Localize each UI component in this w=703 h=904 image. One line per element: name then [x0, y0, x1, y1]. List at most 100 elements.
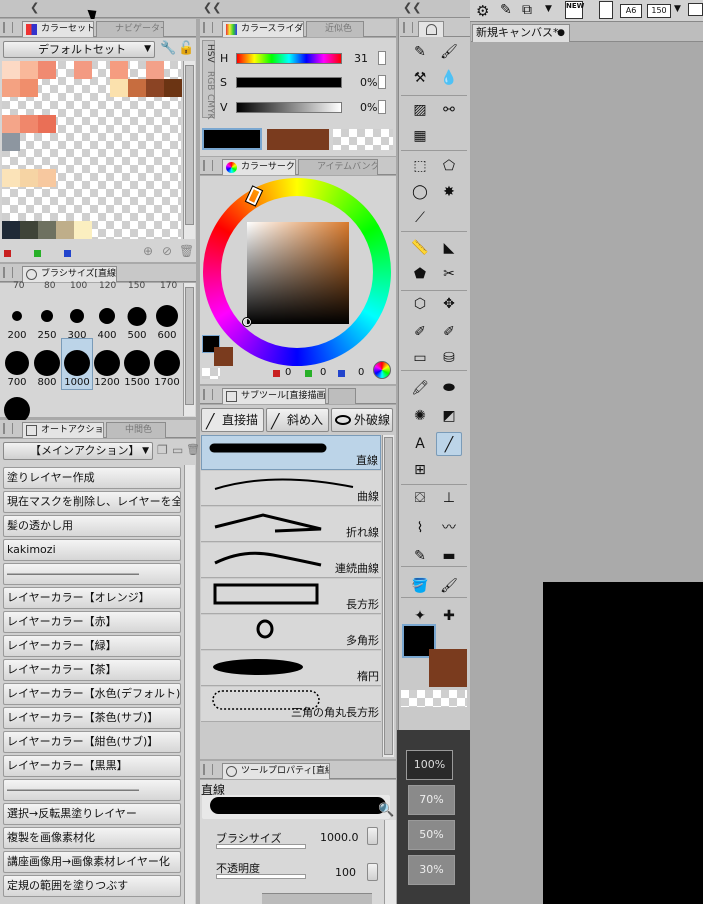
- dropdown-icon[interactable]: ▼: [545, 4, 552, 14]
- folder-icon[interactable]: [688, 3, 703, 16]
- 3d-tool-icon[interactable]: ⬡: [407, 292, 433, 316]
- brush-size-item[interactable]: 500: [122, 292, 152, 342]
- transparent-swatch[interactable]: [333, 129, 393, 150]
- action-item[interactable]: レイヤーカラー【水色(デフォルト)】: [3, 683, 181, 705]
- swatch[interactable]: [2, 61, 20, 79]
- gradient-fill-icon[interactable]: ◩: [436, 404, 462, 428]
- a6-preset-icon[interactable]: A6: [620, 4, 642, 18]
- pen-fill-icon[interactable]: ✎: [407, 544, 433, 568]
- brush-size-item[interactable]: 600: [152, 292, 182, 342]
- gradient-tool-icon[interactable]: ▦: [407, 124, 433, 148]
- tab-item-bank[interactable]: アイテムバンク: [298, 159, 378, 175]
- swatch[interactable]: [2, 169, 20, 187]
- transform-icon[interactable]: ⧉: [522, 2, 532, 18]
- sub-color-chip[interactable]: [214, 347, 233, 366]
- sv-marker[interactable]: [242, 317, 252, 327]
- action-item[interactable]: レイヤーカラー【赤】: [3, 611, 181, 633]
- text-tool-icon[interactable]: A: [407, 432, 433, 456]
- action-item[interactable]: レイヤーカラー【緑】: [3, 635, 181, 657]
- fill-brush-icon[interactable]: 🖌: [436, 574, 462, 598]
- brush-size-item[interactable]: 1000: [61, 338, 93, 390]
- swatch[interactable]: [20, 221, 38, 239]
- close-icon[interactable]: ●: [557, 25, 565, 41]
- new-file-icon[interactable]: NEW: [565, 1, 584, 19]
- panel-menu-icon[interactable]: [403, 22, 413, 33]
- tab-color-set[interactable]: カラーセット: [22, 21, 94, 37]
- magnifier-icon[interactable]: 🔍: [378, 803, 394, 818]
- action-item[interactable]: 選択→反転黒塗りレイヤー: [3, 803, 181, 825]
- triangle-ruler-icon[interactable]: ◣: [436, 236, 462, 260]
- thick-line-icon[interactable]: ▬: [436, 544, 462, 568]
- swatch[interactable]: [20, 61, 38, 79]
- action-item[interactable]: レイヤーカラー【紺色(サブ)】: [3, 731, 181, 753]
- brush-size-bar[interactable]: [216, 844, 306, 849]
- brush-size-item[interactable]: 700: [2, 339, 32, 389]
- brush-size-scrollbar[interactable]: [183, 283, 195, 416]
- marker-tool-icon[interactable]: ✐: [407, 320, 433, 344]
- tab-tool-property[interactable]: ツールプロパティ[直線]: [222, 763, 330, 779]
- swatch[interactable]: [38, 61, 56, 79]
- brush-tool-icon[interactable]: 🖌: [436, 40, 462, 64]
- action-set-select[interactable]: 【メインアクション】 ▼: [3, 442, 153, 460]
- brush-size-stepper[interactable]: [367, 827, 378, 845]
- lock-icon[interactable]: 🔓: [178, 41, 194, 56]
- collapse-left-icon[interactable]: ❮: [30, 1, 39, 14]
- action-item[interactable]: レイヤーカラー【黒黒】: [3, 755, 181, 777]
- replace-swatch-icon[interactable]: ⊘: [162, 244, 172, 258]
- magic-wand-icon[interactable]: ✸: [436, 180, 462, 204]
- action-item[interactable]: 髪の透かし用: [3, 515, 181, 537]
- panel-menu-icon[interactable]: [3, 423, 13, 434]
- folder-icon[interactable]: ▭: [172, 443, 183, 457]
- canvas-document[interactable]: [543, 582, 703, 904]
- swatch[interactable]: [2, 221, 20, 239]
- trash-icon[interactable]: 🗑: [186, 443, 200, 456]
- tab-sub-tool[interactable]: サブツール[直接描画]: [222, 388, 326, 404]
- panel-menu-icon[interactable]: [203, 22, 213, 33]
- marker2-tool-icon[interactable]: ✐: [436, 320, 462, 344]
- main-color-swatch[interactable]: [202, 128, 262, 150]
- color-set-scrollbar[interactable]: [183, 61, 195, 239]
- swatch[interactable]: [74, 61, 92, 79]
- saturation-value-square[interactable]: [247, 222, 349, 324]
- vector-line-icon[interactable]: 〰: [436, 516, 462, 540]
- brush-size-item[interactable]: 250: [32, 292, 62, 342]
- panel-menu-icon[interactable]: [3, 267, 13, 278]
- trash-icon[interactable]: 🗑: [179, 244, 194, 258]
- sub-tool-item[interactable]: 三角の角丸長方形: [201, 687, 381, 722]
- action-item[interactable]: 定規の範囲を塗りつぶす: [3, 875, 181, 897]
- settings-icon[interactable]: ⚙: [476, 2, 489, 20]
- swatch[interactable]: [2, 133, 20, 151]
- brush-size-item[interactable]: 300: [62, 292, 92, 342]
- swatch[interactable]: [38, 221, 56, 239]
- swatch[interactable]: [20, 79, 38, 97]
- tab-similar-color[interactable]: 近似色: [306, 21, 364, 37]
- swatch[interactable]: [56, 221, 74, 239]
- collapse-mid-icon[interactable]: ❮❮: [203, 1, 221, 14]
- airbrush-tool-icon[interactable]: 🖍: [407, 376, 433, 400]
- action-item[interactable]: レイヤーカラー【オレンジ】: [3, 587, 181, 609]
- swatch[interactable]: [110, 61, 128, 79]
- tool-transparent-color[interactable]: [401, 690, 467, 707]
- swatch[interactable]: [38, 169, 56, 187]
- action-scrollbar[interactable]: [184, 465, 195, 904]
- sub-tool-item[interactable]: 折れ線: [201, 507, 381, 542]
- brush-size-item[interactable]: 1700: [152, 339, 182, 389]
- swatch-grid[interactable]: [2, 61, 182, 239]
- swatch[interactable]: [164, 79, 182, 97]
- sub-tool-item[interactable]: 長方形: [201, 579, 381, 614]
- swatch[interactable]: [110, 79, 128, 97]
- v-stepper[interactable]: [378, 100, 386, 114]
- sub-tool-item[interactable]: 直線: [201, 435, 381, 470]
- tab-hsv[interactable]: HSV: [202, 44, 215, 63]
- panel-cut-icon[interactable]: ⊥: [436, 486, 462, 510]
- tab-color-circle[interactable]: カラーサークル: [222, 159, 296, 175]
- zoom-level-button[interactable]: 70%: [408, 785, 455, 815]
- swatch[interactable]: [38, 115, 56, 133]
- link-tool-icon[interactable]: ⚯: [436, 98, 462, 122]
- brush-size-item[interactable]: 400: [92, 292, 122, 342]
- tab-rgb[interactable]: RGB: [202, 71, 215, 90]
- action-item[interactable]: kakimozi: [3, 539, 181, 561]
- pen-tool-icon[interactable]: ✎: [407, 40, 433, 64]
- tool-sub-color[interactable]: [429, 649, 467, 687]
- stamp-tool-icon[interactable]: ⚒: [407, 66, 433, 90]
